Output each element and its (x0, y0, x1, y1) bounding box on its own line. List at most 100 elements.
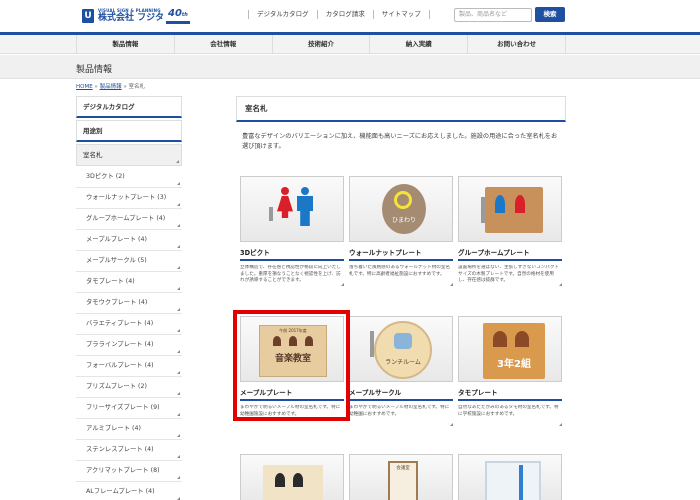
chevron-icon (450, 423, 453, 426)
product-desc: まわやかで明るいメープル材の室名札です。特に幼稚園におすすめです。 (349, 405, 450, 417)
sidebar-item-maple-circle[interactable]: メープルサークル (5) (76, 251, 182, 272)
chevron-icon (559, 283, 562, 286)
sidebar: デジタルカタログ 用途別 室名札 3Dピクト (2) ウォールナットプレート (… (76, 96, 182, 500)
product-image-row3-1[interactable] (240, 454, 344, 500)
product-card-row3-1[interactable] (240, 454, 344, 500)
breadcrumb-products[interactable]: 製品情報 (100, 84, 122, 90)
intro-text: 豊富なデザインのバリエーションに加え、機能面も高いニーズにお応えしました。施設の… (242, 133, 558, 150)
breadcrumb-current: 室名札 (128, 84, 145, 90)
sign-text-meeting-room: 会議室 (396, 466, 410, 471)
sidebar-item-acrimat[interactable]: アクリマットプレート (8) (76, 461, 182, 482)
product-image-row3-3[interactable] (458, 454, 562, 500)
chevron-icon (177, 245, 180, 248)
sidebar-item-tamo[interactable]: タモプレート (4) (76, 272, 182, 293)
sidebar-item-stainless[interactable]: ステンレスプレート (4) (76, 440, 182, 461)
nav-item-company[interactable]: 会社情報 (173, 35, 272, 54)
product-title[interactable]: 3Dピクト (240, 247, 344, 261)
sidebar-item-aluminum[interactable]: アルミプレート (4) (76, 419, 182, 440)
sidebar-digital-catalog[interactable]: デジタルカタログ (76, 96, 182, 118)
logo-company-name: 株式会社 フジタ (98, 13, 164, 23)
chevron-icon (177, 350, 180, 353)
anniversary-logo: 40th (168, 8, 188, 19)
product-image-maple-circle[interactable]: ランチルーム (349, 316, 453, 382)
highlight-box (233, 310, 350, 421)
product-desc: 立体構造で、存在感と視認性が格段に向上いたしました。重厚を損なうことなく視認性を… (240, 265, 341, 283)
nav-item-delivery-record[interactable]: 納入実績 (369, 35, 467, 54)
link-catalog-request[interactable]: カタログ請求 (316, 10, 373, 19)
sidebar-item-maple-plate[interactable]: メープルプレート (4) (76, 230, 182, 251)
sidebar-item-prism[interactable]: プリズムプレート (2) (76, 377, 182, 398)
chevron-icon (177, 392, 180, 395)
breadcrumb-home[interactable]: HOME (76, 84, 93, 90)
product-image-row3-2[interactable]: 会議室 (349, 454, 453, 500)
sign-text-lunch-room: ランチルーム (385, 359, 421, 366)
sidebar-item-freesize[interactable]: フリーサイズプレート (9) (76, 398, 182, 419)
sidebar-item-group-home[interactable]: グループホームプレート (4) (76, 209, 182, 230)
product-card-row3-2[interactable]: 会議室 (349, 454, 453, 500)
sidebar-category-room-sign[interactable]: 室名札 (76, 144, 182, 166)
global-nav: 製品情報 会社情報 技術紹介 納入実績 お問い合わせ (0, 32, 700, 54)
product-desc: 設置場所を選ばない、主張しすぎないコンパクトサイズの木製プレートです。自然の格材… (458, 265, 559, 283)
sidebar-item-tamouku[interactable]: タモウクプレート (4) (76, 293, 182, 314)
search-input[interactable]: 製品、商品名など (454, 8, 532, 22)
chevron-icon (450, 283, 453, 286)
sidebar-by-use[interactable]: 用途別 (76, 120, 182, 142)
product-desc: 自然なあたたかみのあるタモ材の室名札です。特に学校施設におすすめです。 (458, 405, 559, 417)
product-title[interactable]: ウォールナットプレート (349, 247, 453, 261)
sidebar-item-3d-pict[interactable]: 3Dピクト (2) (76, 167, 182, 188)
site-header: U VISUAL SIGN & PLANNING 株式会社 フジタ 40th デ… (0, 0, 700, 32)
chevron-icon (177, 266, 180, 269)
company-logo[interactable]: U VISUAL SIGN & PLANNING 株式会社 フジタ (82, 9, 164, 23)
product-card-maple-circle[interactable]: ランチルーム メープルサークル まわやかで明るいメープル材の室名札です。特に幼稚… (349, 316, 453, 431)
chevron-icon (177, 329, 180, 332)
page-title: 製品情報 (76, 65, 113, 75)
product-image-group-home[interactable] (458, 176, 562, 242)
sidebar-item-walnut[interactable]: ウォールナットプレート (3) (76, 188, 182, 209)
link-sitemap[interactable]: サイトマップ (372, 10, 430, 19)
product-image-tamo[interactable]: 3年2組 (458, 316, 562, 382)
chevron-icon (177, 476, 180, 479)
chevron-icon (177, 371, 180, 374)
product-card-row3-3[interactable] (458, 454, 562, 500)
chevron-icon (177, 203, 180, 206)
product-desc: 落ち着いた風格感のあるウォールナット材の室名札です。特に高齢者福祉施設におすすめ… (349, 265, 451, 277)
product-card-tamo[interactable]: 3年2組 タモプレート 自然なあたたかみのあるタモ材の室名札です。特に学校施設に… (458, 316, 562, 431)
chevron-icon (177, 182, 180, 185)
product-title[interactable]: グループホームプレート (458, 247, 562, 261)
chevron-icon (177, 287, 180, 290)
product-image-3d-pict[interactable] (240, 176, 344, 242)
chevron-icon (177, 308, 180, 311)
chevron-icon (177, 413, 180, 416)
chevron-icon (559, 423, 562, 426)
nav-item-technology[interactable]: 技術紹介 (271, 35, 370, 54)
sign-text-himawari: ひまわり (391, 217, 416, 224)
page: U VISUAL SIGN & PLANNING 株式会社 フジタ 40th デ… (0, 0, 700, 500)
sidebar-item-variety[interactable]: バラエティプレート (4) (76, 314, 182, 335)
product-card-3d-pict[interactable]: 3Dピクト 立体構造で、存在感と視認性が格段に向上いたしました。重厚を損なうこと… (240, 176, 344, 291)
nav-item-contact[interactable]: お問い合わせ (467, 35, 566, 54)
sidebar-item-al-frame[interactable]: ALフレームプレート (4) (76, 482, 182, 500)
logo-mark-icon: U (82, 9, 94, 23)
product-title[interactable]: タモプレート (458, 387, 562, 401)
chevron-icon (177, 434, 180, 437)
chevron-icon (177, 455, 180, 458)
section-title: 室名札 (236, 96, 566, 122)
anniversary-bar (166, 21, 190, 24)
sidebar-item-plaline[interactable]: プララインプレート (4) (76, 335, 182, 356)
sidebar-item-forval[interactable]: フォーバルプレート (4) (76, 356, 182, 377)
sign-text-class: 3年2組 (497, 359, 531, 370)
product-card-walnut[interactable]: ひまわり ウォールナットプレート 落ち着いた風格感のあるウォールナット材の室名札… (349, 176, 453, 291)
chevron-icon (176, 160, 179, 163)
main-content: 室名札 豊富なデザインのバリエーションに加え、機能面も高いニーズにお応えしました… (236, 96, 566, 152)
product-image-walnut[interactable]: ひまわり (349, 176, 453, 242)
search-button[interactable]: 検索 (535, 7, 565, 22)
chevron-icon (341, 283, 344, 286)
link-digital-catalog[interactable]: デジタルカタログ (248, 10, 317, 19)
nav-item-products[interactable]: 製品情報 (76, 35, 174, 54)
breadcrumb: HOME » 製品情報 » 室名札 (76, 84, 145, 90)
chevron-icon (177, 224, 180, 227)
utility-links: デジタルカタログ カタログ請求 サイトマップ (248, 10, 430, 19)
product-title[interactable]: メープルサークル (349, 387, 453, 401)
product-card-group-home[interactable]: グループホームプレート 設置場所を選ばない、主張しすぎないコンパクトサイズの木製… (458, 176, 562, 291)
title-band: 製品情報 (0, 55, 700, 79)
